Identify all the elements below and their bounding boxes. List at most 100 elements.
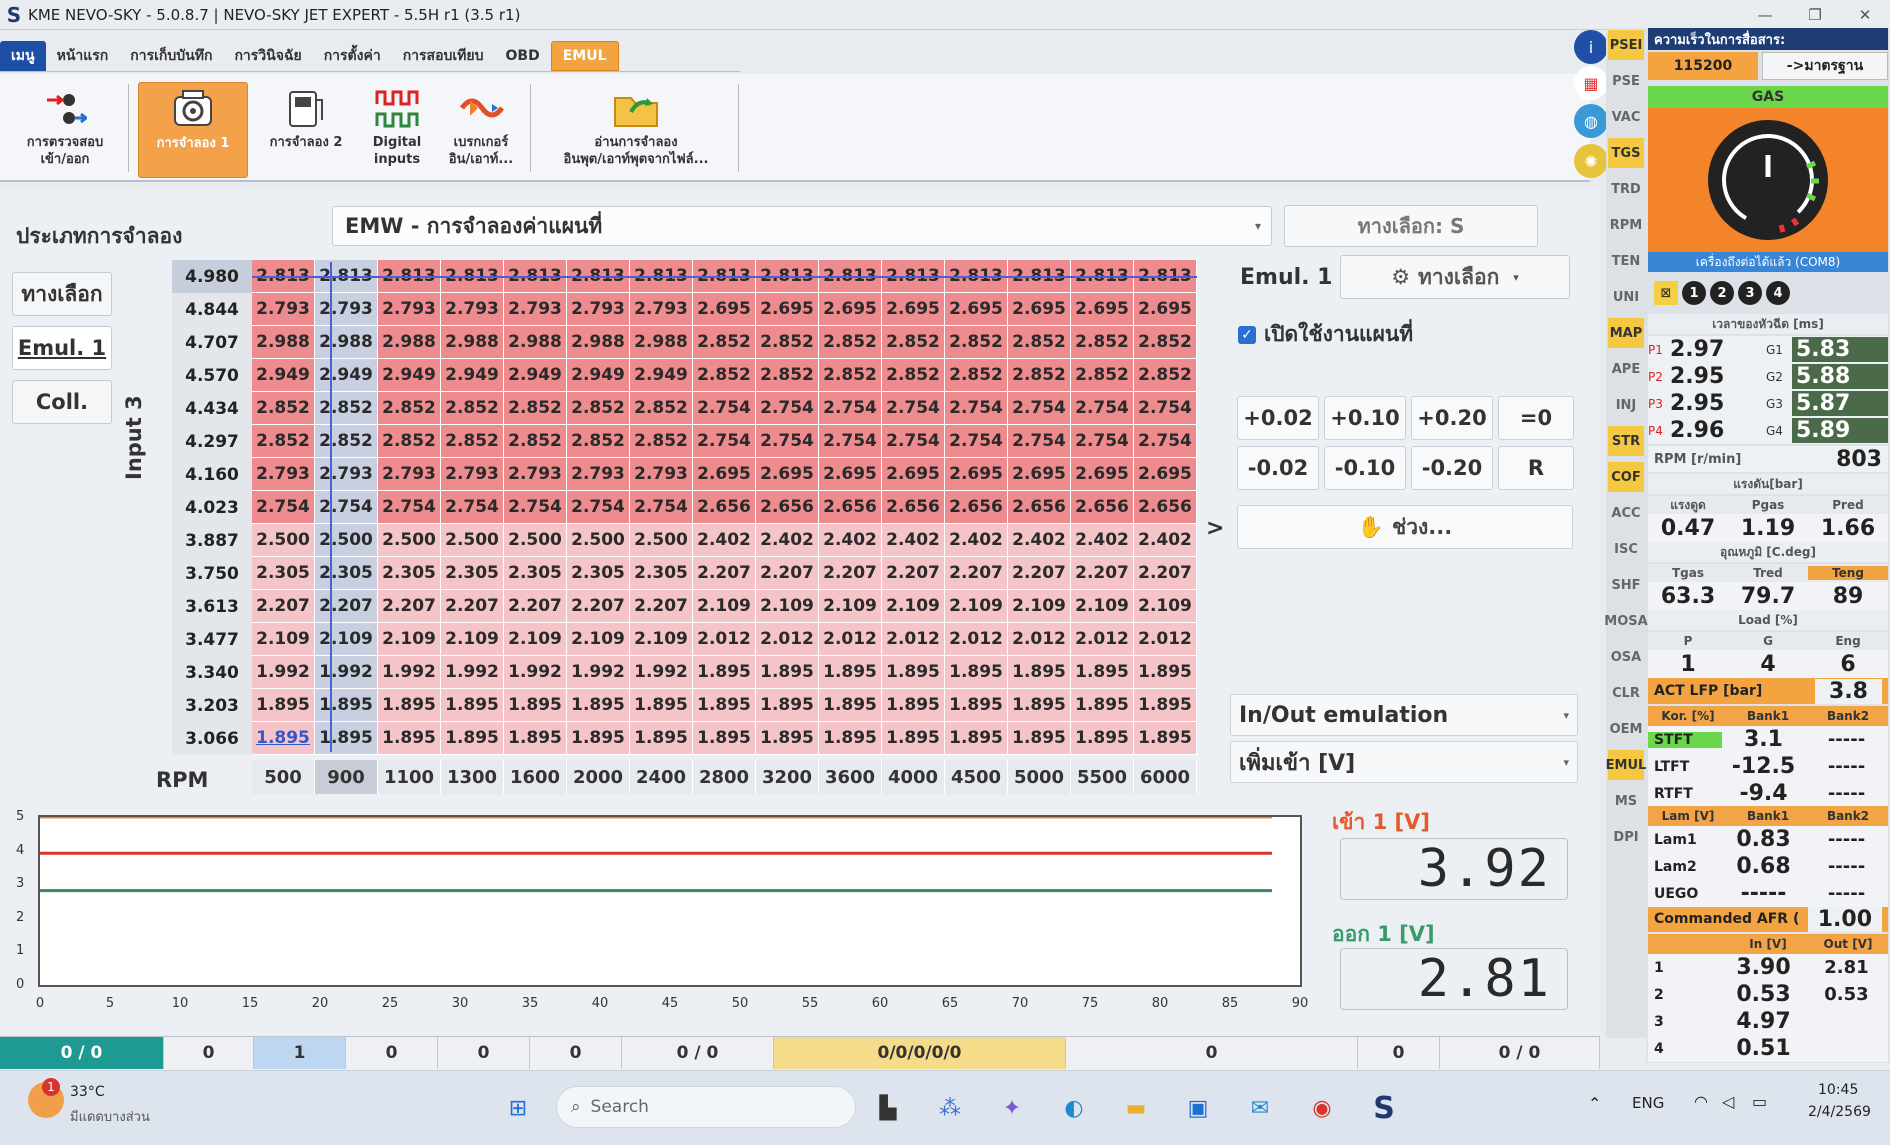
map-cell[interactable]: 2.012 [756, 623, 819, 656]
emul-options-button[interactable]: ⚙ ทางเลือก ▾ [1340, 255, 1570, 299]
io-emulation-dropdown[interactable]: In/Out emulation ▾ [1230, 694, 1578, 736]
side-coll-button[interactable]: Coll. [12, 380, 112, 424]
map-cell[interactable]: 2.305 [252, 557, 315, 590]
map-cell[interactable]: 2.852 [441, 425, 504, 458]
map-cell[interactable]: 2.109 [1071, 590, 1134, 623]
mail-icon[interactable]: ✉ [1240, 1088, 1280, 1128]
map-cell[interactable]: 1.895 [819, 689, 882, 722]
map-cell[interactable]: 2.656 [945, 491, 1008, 524]
cylinder-3-button[interactable]: 3 [1738, 281, 1762, 305]
map-cell[interactable]: 2.109 [693, 590, 756, 623]
map-cell[interactable]: 2.012 [1008, 623, 1071, 656]
map-cell[interactable]: 2.305 [567, 557, 630, 590]
map-cell[interactable]: 1.895 [756, 722, 819, 755]
param-ms-button[interactable]: MS [1608, 786, 1644, 816]
info-icon[interactable]: i [1574, 30, 1608, 64]
map-cell[interactable]: 2.754 [630, 491, 693, 524]
map-cell[interactable]: 2.988 [504, 326, 567, 359]
map-cell[interactable]: 2.852 [1071, 326, 1134, 359]
map-cell[interactable]: 1.895 [1071, 656, 1134, 689]
map-cell[interactable]: 2.500 [252, 524, 315, 557]
color-grid-icon[interactable]: ▦ [1574, 66, 1608, 100]
map-cell[interactable]: 2.852 [819, 326, 882, 359]
map-cell[interactable]: 1.895 [252, 722, 315, 755]
param-str-button[interactable]: STR [1608, 426, 1644, 456]
map-cell[interactable]: 1.895 [945, 689, 1008, 722]
map-cell[interactable]: 2.012 [882, 623, 945, 656]
map-cell[interactable]: 2.754 [1071, 392, 1134, 425]
clock-date[interactable]: 2/4/2569 [1808, 1104, 1871, 1120]
map-cell[interactable]: 2.305 [378, 557, 441, 590]
map-cell[interactable]: 2.988 [252, 326, 315, 359]
task-view-icon[interactable]: ▙ [868, 1088, 908, 1128]
menu-logging[interactable]: การเก็บบันทึก [119, 41, 223, 71]
map-cell[interactable]: 2.754 [1134, 392, 1197, 425]
map-cell[interactable]: 2.852 [315, 425, 378, 458]
param-ape-button[interactable]: APE [1608, 354, 1644, 384]
map-cell[interactable]: 2.793 [441, 458, 504, 491]
map-cell[interactable]: 2.207 [630, 590, 693, 623]
map-cell[interactable]: 2.793 [630, 293, 693, 326]
map-cell[interactable]: 1.895 [882, 656, 945, 689]
widgets-icon[interactable]: ⁂ [930, 1088, 970, 1128]
step-plus-020-button[interactable]: +0.20 [1411, 396, 1493, 440]
map-cell[interactable]: 2.754 [567, 491, 630, 524]
map-cell[interactable]: 2.695 [882, 293, 945, 326]
map-cell[interactable]: 2.988 [567, 326, 630, 359]
map-cell[interactable]: 1.895 [630, 689, 693, 722]
ribbon-read-file-button[interactable]: อ่านการจำลอง อินพุต/เอาท์พุตจากไฟล์... [540, 82, 732, 178]
map-cell[interactable]: 2.109 [882, 590, 945, 623]
map-cell[interactable]: 2.656 [756, 491, 819, 524]
map-cell[interactable]: 2.754 [882, 425, 945, 458]
map-cell[interactable]: 2.012 [1134, 623, 1197, 656]
param-pse-button[interactable]: PSE [1608, 66, 1644, 96]
param-osa-button[interactable]: OSA [1608, 642, 1644, 672]
map-cell[interactable]: 2.852 [504, 425, 567, 458]
standard-button[interactable]: ->มาตรฐาน [1762, 52, 1888, 80]
map-cell[interactable]: 2.949 [630, 359, 693, 392]
map-cell[interactable]: 2.207 [252, 590, 315, 623]
map-cell[interactable]: 2.207 [756, 557, 819, 590]
map-cell[interactable]: 2.695 [819, 458, 882, 491]
map-cell[interactable]: 2.793 [252, 293, 315, 326]
map-cell[interactable]: 1.895 [315, 689, 378, 722]
map-cell[interactable]: 1.895 [882, 722, 945, 755]
edge-icon[interactable]: ◐ [1054, 1088, 1094, 1128]
store-icon[interactable]: ▣ [1178, 1088, 1218, 1128]
map-cell[interactable]: 1.895 [819, 722, 882, 755]
map-cell[interactable]: 2.109 [378, 623, 441, 656]
clock-time[interactable]: 10:45 [1818, 1082, 1858, 1098]
side-options-button[interactable]: ทางเลือก [12, 272, 112, 316]
copilot-icon[interactable]: ✦ [992, 1088, 1032, 1128]
map-cell[interactable]: 1.895 [441, 722, 504, 755]
map-cell[interactable]: 2.852 [882, 359, 945, 392]
map-cell[interactable]: 2.207 [819, 557, 882, 590]
param-acc-button[interactable]: ACC [1608, 498, 1644, 528]
map-cell[interactable]: 1.992 [315, 656, 378, 689]
map-cell[interactable]: 2.695 [756, 458, 819, 491]
map-cell[interactable]: 2.852 [378, 392, 441, 425]
map-cell[interactable]: 2.793 [567, 293, 630, 326]
param-rpm-button[interactable]: RPM [1608, 210, 1644, 240]
map-cell[interactable]: 1.895 [378, 689, 441, 722]
menu-settings[interactable]: การตั้งค่า [313, 41, 392, 71]
cylinder-4-button[interactable]: 4 [1766, 281, 1790, 305]
map-cell[interactable]: 2.852 [756, 326, 819, 359]
map-cell[interactable]: 1.992 [630, 656, 693, 689]
map-cell[interactable]: 1.895 [882, 689, 945, 722]
taskbar-search[interactable]: ⌕ Search [556, 1086, 856, 1128]
map-cell[interactable]: 2.695 [945, 293, 1008, 326]
windows-start-icon[interactable]: ⊞ [498, 1088, 538, 1128]
ribbon-io-check-button[interactable]: การตรวจสอบ เข้า/ออก [10, 82, 120, 178]
map-cell[interactable]: 1.895 [693, 689, 756, 722]
chrome-icon[interactable]: ◉ [1302, 1088, 1342, 1128]
map-cell[interactable]: 2.656 [693, 491, 756, 524]
menu-calibration[interactable]: การสอบเทียบ [392, 41, 495, 71]
param-mosa-button[interactable]: MOSA [1604, 606, 1647, 636]
map-cell[interactable]: 2.852 [693, 326, 756, 359]
map-cell[interactable]: 2.207 [378, 590, 441, 623]
map-cell[interactable]: 2.852 [882, 326, 945, 359]
map-cell[interactable]: 1.895 [756, 656, 819, 689]
map-cell[interactable]: 2.012 [693, 623, 756, 656]
map-cell[interactable]: 2.852 [1008, 326, 1071, 359]
